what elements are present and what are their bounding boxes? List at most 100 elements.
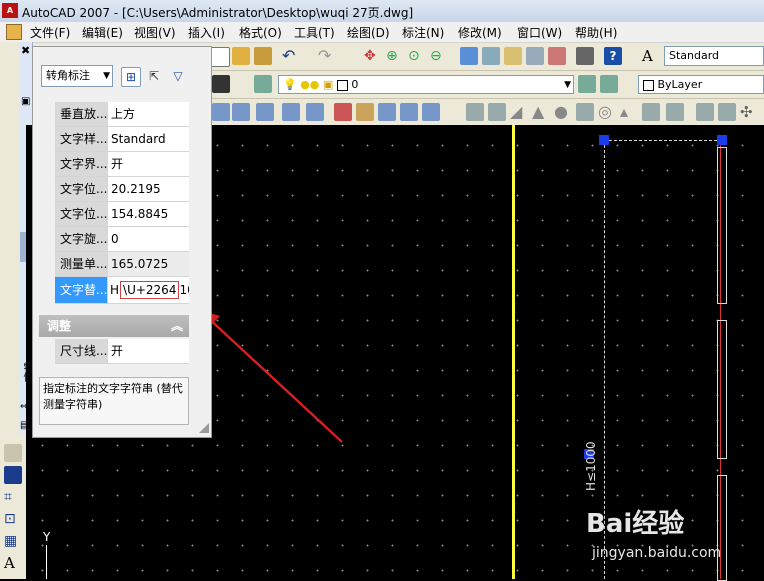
menu-window[interactable]: 窗口(W) (517, 24, 562, 41)
sphere-icon[interactable]: ● (554, 103, 572, 121)
zoom-window-icon[interactable]: ⊙ (408, 47, 426, 65)
menu-file[interactable]: 文件(F) (30, 24, 70, 41)
dimension-text[interactable]: H≤1000 (584, 441, 598, 491)
solid-box-icon[interactable] (488, 103, 506, 121)
dimension-icon[interactable] (4, 444, 22, 462)
property-value[interactable]: 0 (107, 227, 189, 251)
planar-surface-icon[interactable] (642, 103, 660, 121)
text-style-select[interactable]: Standard (664, 46, 764, 66)
menu-view[interactable]: 视图(V) (134, 24, 176, 41)
section-plane-icon[interactable] (696, 103, 714, 121)
gradient-icon[interactable]: ⊡ (4, 510, 22, 528)
union-icon[interactable] (256, 103, 274, 121)
baidu-watermark-logo: Bai经验 (586, 509, 685, 539)
chevron-down-icon: ▼ (564, 80, 571, 90)
layer-manager-icon[interactable] (254, 75, 272, 93)
object-type-select[interactable]: 转角标注 ▼ (41, 65, 113, 87)
zoom-previous-icon[interactable]: ⊖ (430, 47, 448, 65)
menu-edit[interactable]: 编辑(E) (82, 24, 123, 41)
menu-format[interactable]: 格式(O) (239, 24, 282, 41)
cylinder-icon[interactable] (576, 103, 594, 121)
multiline-text-icon[interactable]: A (4, 554, 22, 572)
section-header-adjust[interactable]: 调整 ︽ (39, 315, 189, 337)
grip[interactable] (599, 135, 609, 145)
tool-palettes-icon[interactable] (504, 47, 522, 65)
document-menu-icon[interactable] (6, 24, 22, 40)
extrude-icon[interactable] (334, 103, 352, 121)
intersect-icon[interactable] (306, 103, 324, 121)
calculator-icon[interactable] (576, 47, 594, 65)
property-row[interactable]: 文字旋... 0 (55, 227, 189, 252)
angular-dimension-icon[interactable] (4, 466, 22, 484)
menu-tools[interactable]: 工具(T) (294, 24, 335, 41)
help-icon[interactable]: ? (604, 47, 622, 65)
box-icon[interactable] (212, 103, 230, 121)
property-row[interactable]: 垂直放... 上方 (55, 102, 189, 127)
cone-icon[interactable]: ▲ (532, 103, 550, 121)
text-style-icon: A (642, 47, 653, 65)
wedge-icon[interactable] (232, 103, 250, 121)
selected-dimension-line[interactable] (604, 140, 722, 141)
property-row[interactable]: 文字位... 154.8845 (55, 202, 189, 227)
select-objects-icon[interactable]: ⇱ (145, 67, 163, 85)
undo-icon[interactable]: ↶ (282, 47, 300, 65)
property-row[interactable]: 测量单... 165.0725 (55, 252, 189, 277)
text-override-row[interactable]: 文字替... H\U+226410 (55, 277, 189, 304)
text-override-field[interactable]: H\U+226410 (107, 277, 189, 303)
linetype-value: ByLayer (657, 78, 703, 91)
design-center-icon[interactable] (482, 47, 500, 65)
quick-select-icon[interactable]: ▽ (169, 67, 187, 85)
subtract-icon[interactable] (282, 103, 300, 121)
color-select[interactable]: ByLayer (638, 75, 764, 94)
presspull-icon[interactable] (356, 103, 374, 121)
menu-insert[interactable]: 插入(I) (188, 24, 225, 41)
property-row[interactable]: 文字位... 20.2195 (55, 177, 189, 202)
menu-modify[interactable]: 修改(M) (458, 24, 502, 41)
layer-previous-icon[interactable] (578, 75, 596, 93)
solid-wedge-icon[interactable]: ◢ (510, 103, 528, 121)
property-value[interactable]: 上方 (107, 102, 189, 126)
property-value[interactable]: 154.8845 (107, 202, 189, 226)
resize-grip-icon[interactable] (199, 423, 209, 433)
redo-icon[interactable]: ↷ (318, 47, 336, 65)
grip[interactable] (717, 135, 727, 145)
paste-icon[interactable] (232, 47, 250, 65)
layer-states-icon[interactable] (600, 75, 618, 93)
match-properties-icon[interactable] (254, 47, 272, 65)
property-row[interactable]: 尺寸线... 开 (55, 339, 189, 364)
toggle-pickadd-icon[interactable]: ⊞ (121, 67, 141, 87)
sheet-set-icon[interactable] (526, 47, 544, 65)
torus-icon[interactable]: ◎ (598, 103, 616, 121)
auto-hide-icon[interactable]: ▣ (21, 96, 30, 107)
make-object-layer-current-icon[interactable] (212, 75, 230, 93)
sweep-icon[interactable] (378, 103, 396, 121)
property-value[interactable]: 开 (107, 339, 189, 363)
menu-bar: 文件(F) 编辑(E) 视图(V) 插入(I) 格式(O) 工具(T) 绘图(D… (0, 22, 764, 43)
markup-icon[interactable] (548, 47, 566, 65)
close-icon[interactable]: ✖ (21, 44, 30, 57)
property-row[interactable]: 文字样... Standard (55, 127, 189, 152)
property-value[interactable]: Standard (107, 127, 189, 151)
property-row[interactable]: 文字界... 开 (55, 152, 189, 177)
layer-select[interactable]: 💡 ●● ▣ 0 ▼ (278, 75, 574, 94)
helix-icon[interactable] (666, 103, 684, 121)
menu-help[interactable]: 帮助(H) (575, 24, 617, 41)
3d-rotate-icon[interactable]: ✣ (740, 103, 758, 121)
menu-draw[interactable]: 绘图(D) (347, 24, 390, 41)
copy-icon[interactable] (210, 47, 230, 67)
hatch-icon[interactable]: ⌗ (4, 488, 22, 506)
collapse-icon[interactable]: ︽ (171, 315, 183, 337)
override-input[interactable]: \U+2264 (120, 281, 180, 299)
menu-dimension[interactable]: 标注(N) (402, 24, 444, 41)
properties-icon[interactable] (460, 47, 478, 65)
polysolid-icon[interactable] (466, 103, 484, 121)
loft-icon[interactable] (400, 103, 418, 121)
zoom-realtime-icon[interactable]: ⊕ (386, 47, 404, 65)
table-icon[interactable]: ▦ (4, 532, 22, 550)
property-value[interactable]: 开 (107, 152, 189, 176)
property-value[interactable]: 20.2195 (107, 177, 189, 201)
pan-icon[interactable]: ✥ (364, 47, 382, 65)
revolve-icon[interactable] (422, 103, 440, 121)
3d-move-icon[interactable] (718, 103, 736, 121)
pyramid-icon[interactable]: ▴ (620, 103, 638, 121)
